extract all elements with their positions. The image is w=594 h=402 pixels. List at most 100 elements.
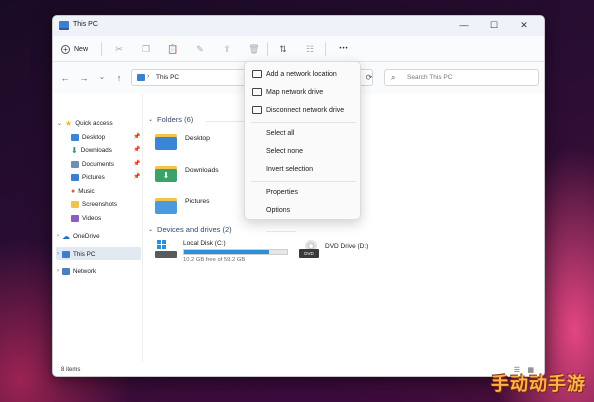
sidebar-item-downloads[interactable]: ⬇ Downloads bbox=[71, 144, 112, 156]
folders-header-label: Folders (6) bbox=[157, 115, 194, 124]
sort-icon[interactable]: ⇅ bbox=[276, 42, 290, 56]
folder-label[interactable]: Desktop bbox=[185, 135, 210, 142]
search-input[interactable]: ⌕ Search This PC bbox=[384, 69, 539, 86]
cut-icon[interactable]: ✂ bbox=[112, 42, 126, 56]
chevron-right-icon: › bbox=[57, 251, 59, 257]
menu-item-properties[interactable]: Properties bbox=[245, 184, 360, 200]
more-options-button[interactable]: ••• bbox=[337, 42, 351, 56]
drive-usage-fill bbox=[184, 250, 270, 254]
menu-item-select-none[interactable]: Select none bbox=[245, 143, 360, 159]
menu-item-disconnect-network-drive[interactable]: Disconnect network drive bbox=[245, 102, 360, 118]
sidebar-item-label: Documents bbox=[82, 160, 114, 168]
music-folder-icon: ● bbox=[71, 187, 76, 195]
drives-header-label: Devices and drives (2) bbox=[157, 225, 232, 234]
menu-item-invert-selection[interactable]: Invert selection bbox=[245, 161, 360, 177]
network-icon bbox=[62, 267, 70, 275]
item-count: 8 items bbox=[61, 367, 81, 373]
sidebar-item-label: Quick access bbox=[75, 119, 113, 127]
menu-item-label: Map network drive bbox=[266, 88, 324, 96]
folder-label[interactable]: Downloads bbox=[185, 167, 219, 174]
sidebar-item-pictures[interactable]: Pictures bbox=[71, 171, 105, 183]
address-path: This PC bbox=[156, 74, 180, 81]
pin-icon[interactable]: 📌 bbox=[133, 173, 140, 180]
close-button[interactable]: ✕ bbox=[511, 18, 537, 33]
downloads-folder-icon[interactable]: ⬇ bbox=[155, 164, 177, 182]
folder-front: ⬇ bbox=[155, 169, 177, 182]
sidebar-item-desktop[interactable]: Desktop bbox=[71, 131, 105, 143]
folder-front bbox=[155, 137, 177, 150]
sidebar-item-videos[interactable]: Videos bbox=[71, 212, 101, 224]
up-arrow-icon[interactable]: ↑ bbox=[113, 72, 125, 84]
drive-label-d[interactable]: DVD Drive (D:) bbox=[325, 243, 368, 250]
menu-item-select-all[interactable]: Select all bbox=[245, 125, 360, 141]
menu-item-label: Invert selection bbox=[266, 165, 314, 173]
toolbar-divider bbox=[101, 42, 102, 56]
cloud-icon: ☁ bbox=[62, 231, 70, 241]
sidebar-item-quick-access[interactable]: ⌄ ★ Quick access bbox=[57, 117, 113, 129]
plus-icon: + bbox=[61, 44, 70, 54]
title-bar[interactable]: This PC — ☐ ✕ bbox=[53, 16, 544, 36]
forward-arrow-icon[interactable]: → bbox=[78, 72, 90, 84]
folder-label[interactable]: Pictures bbox=[185, 198, 210, 205]
chevron-right-icon: › bbox=[57, 268, 59, 274]
navigation-pane: ⌄ ★ Quick access Desktop 📌 ⬇ Downloads 📌… bbox=[53, 94, 143, 362]
menu-item-map-network-drive[interactable]: Map network drive bbox=[245, 84, 360, 100]
sidebar-item-screenshots[interactable]: Screenshots bbox=[71, 198, 117, 210]
documents-folder-icon bbox=[71, 160, 79, 168]
desktop-folder-icon[interactable] bbox=[155, 132, 177, 150]
menu-item-label: Options bbox=[266, 206, 291, 214]
sidebar-item-label: Network bbox=[73, 267, 97, 275]
chevron-down-icon: ⌄ bbox=[148, 227, 154, 233]
sidebar-item-this-pc[interactable]: › This PC bbox=[57, 248, 95, 260]
command-bar: + New ✂ ❐ 📋 ✎ ⇪ 🗑 ⇅ ☷ ••• bbox=[53, 36, 544, 62]
maximize-button[interactable]: ☐ bbox=[481, 18, 507, 33]
windows-logo-icon bbox=[157, 240, 166, 249]
drive-label-c[interactable]: Local Disk (C:) bbox=[183, 240, 226, 247]
drives-group-header[interactable]: ⌄ Devices and drives (2) bbox=[148, 225, 232, 234]
network-location-icon bbox=[252, 70, 262, 78]
rename-icon[interactable]: ✎ bbox=[193, 42, 207, 56]
sidebar-item-label: This PC bbox=[73, 250, 96, 258]
folders-group-header[interactable]: ⌄ Folders (6) bbox=[148, 115, 193, 124]
status-bar: 8 items ☰ ▦ bbox=[53, 364, 544, 376]
sidebar-item-label: Music bbox=[78, 187, 95, 195]
delete-icon[interactable]: 🗑 bbox=[247, 42, 261, 56]
refresh-icon[interactable]: ⟳ bbox=[362, 69, 376, 86]
sidebar-item-label: Videos bbox=[82, 214, 102, 222]
sidebar-item-onedrive[interactable]: › ☁ OneDrive bbox=[57, 230, 100, 242]
this-pc-icon bbox=[59, 21, 69, 30]
local-disk-icon[interactable] bbox=[155, 240, 177, 258]
this-pc-icon bbox=[137, 74, 145, 81]
copy-icon[interactable]: ❐ bbox=[139, 42, 153, 56]
toolbar-divider bbox=[267, 42, 268, 56]
menu-item-options[interactable]: Options bbox=[245, 202, 360, 218]
share-icon[interactable]: ⇪ bbox=[220, 42, 234, 56]
folder-front bbox=[155, 201, 177, 214]
sidebar-item-label: OneDrive bbox=[73, 232, 100, 240]
sidebar-item-label: Desktop bbox=[82, 133, 106, 141]
sidebar-item-label: Downloads bbox=[80, 146, 112, 154]
menu-item-label: Disconnect network drive bbox=[266, 106, 345, 114]
sidebar-item-network[interactable]: › Network bbox=[57, 265, 96, 277]
folder-icon bbox=[71, 200, 79, 208]
disconnect-drive-icon bbox=[252, 106, 262, 114]
pin-icon[interactable]: 📌 bbox=[133, 160, 140, 167]
minimize-button[interactable]: — bbox=[451, 18, 477, 33]
map-drive-icon bbox=[252, 88, 262, 96]
back-arrow-icon[interactable]: ← bbox=[59, 72, 71, 84]
pin-icon[interactable]: 📌 bbox=[133, 146, 140, 153]
chevron-down-icon: ⌄ bbox=[57, 120, 63, 127]
search-icon: ⌕ bbox=[391, 73, 396, 82]
pin-icon[interactable]: 📌 bbox=[133, 133, 140, 140]
view-icon[interactable]: ☷ bbox=[303, 42, 317, 56]
menu-divider bbox=[251, 122, 356, 123]
paste-icon[interactable]: 📋 bbox=[166, 42, 180, 56]
menu-item-add-network-location[interactable]: Add a network location bbox=[245, 66, 360, 82]
dvd-drive-icon[interactable]: DVD bbox=[299, 240, 321, 258]
pictures-folder-icon[interactable] bbox=[155, 196, 177, 214]
sidebar-item-music[interactable]: ● Music bbox=[71, 185, 95, 197]
watermark-text: 手动动手游 bbox=[491, 374, 586, 395]
new-button[interactable]: + New bbox=[61, 42, 88, 56]
recent-dropdown-icon[interactable]: ⌄ bbox=[96, 72, 108, 84]
sidebar-item-documents[interactable]: Documents bbox=[71, 158, 114, 170]
